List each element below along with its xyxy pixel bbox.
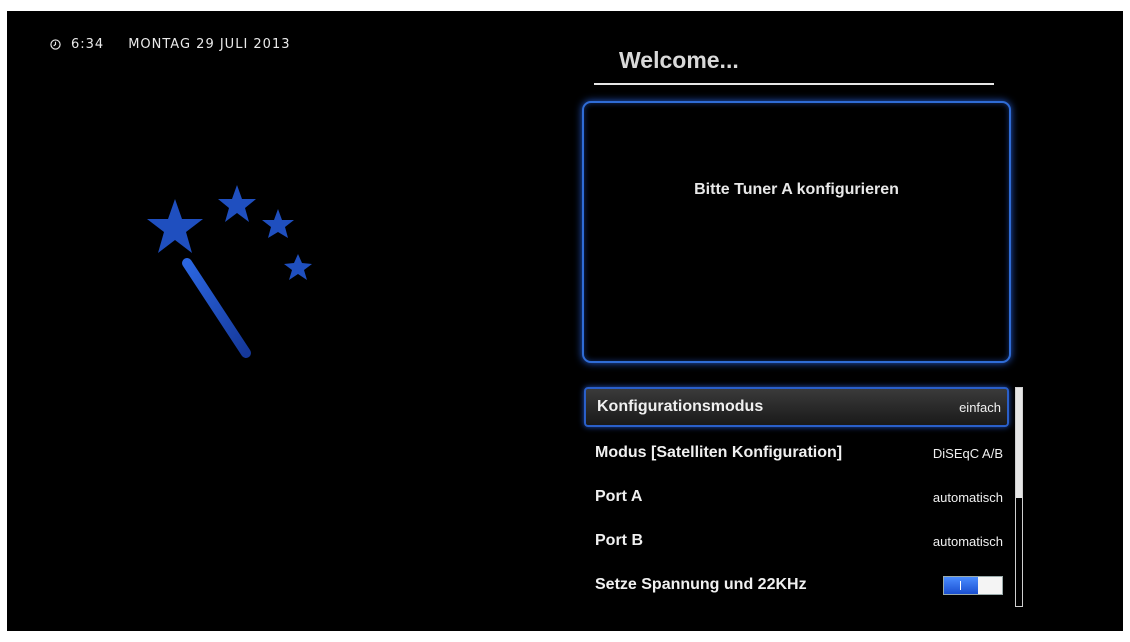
setting-row-port-b[interactable]: Port B automatisch [584, 519, 1009, 563]
toggle-on-part [944, 576, 978, 594]
star-small [262, 209, 294, 238]
setting-label: Setze Spannung und 22KHz [595, 576, 807, 593]
setting-value: einfach [959, 399, 1001, 415]
info-panel: Bitte Tuner A konfigurieren [582, 101, 1011, 363]
voltage-toggle[interactable] [943, 575, 1003, 595]
clock-icon [50, 39, 61, 50]
clock-bar: 6:34 MONTAG 29 JULI 2013 [50, 37, 291, 52]
clock-date: MONTAG 29 JULI 2013 [128, 37, 291, 52]
setting-row-spannung[interactable]: Setze Spannung und 22KHz [584, 563, 1009, 607]
scrollbar-thumb[interactable] [1016, 388, 1022, 498]
setting-row-port-a[interactable]: Port A automatisch [584, 475, 1009, 519]
page-title: Welcome... [594, 47, 994, 85]
setting-label: Modus [Satelliten Konfiguration] [595, 444, 843, 461]
setting-label: Konfigurationsmodus [597, 398, 764, 415]
settings-scrollbar[interactable] [1015, 387, 1023, 607]
setting-value: automatisch [932, 533, 1003, 549]
settings-list: Konfigurationsmodus einfach Modus [Satel… [584, 387, 1009, 607]
magic-wand-icon [147, 185, 312, 358]
toggle-off-part [978, 576, 1002, 594]
star-large [147, 199, 203, 253]
setting-row-konfigurationsmodus[interactable]: Konfigurationsmodus einfach [584, 387, 1009, 427]
tv-screen: 6:34 MONTAG 29 JULI 2013 Welcome... Bitt… [7, 11, 1123, 631]
setting-row-modus[interactable]: Modus [Satelliten Konfiguration] DiSEqC … [584, 431, 1009, 475]
star-medium [218, 185, 256, 222]
setting-value: DiSEqC A/B [932, 445, 1003, 461]
info-message: Bitte Tuner A konfigurieren [694, 181, 899, 198]
setting-label: Port A [595, 488, 643, 505]
setting-label: Port B [595, 532, 643, 549]
setting-value: automatisch [932, 489, 1003, 505]
star-tiny [284, 254, 312, 280]
clock-time: 6:34 [71, 37, 105, 52]
